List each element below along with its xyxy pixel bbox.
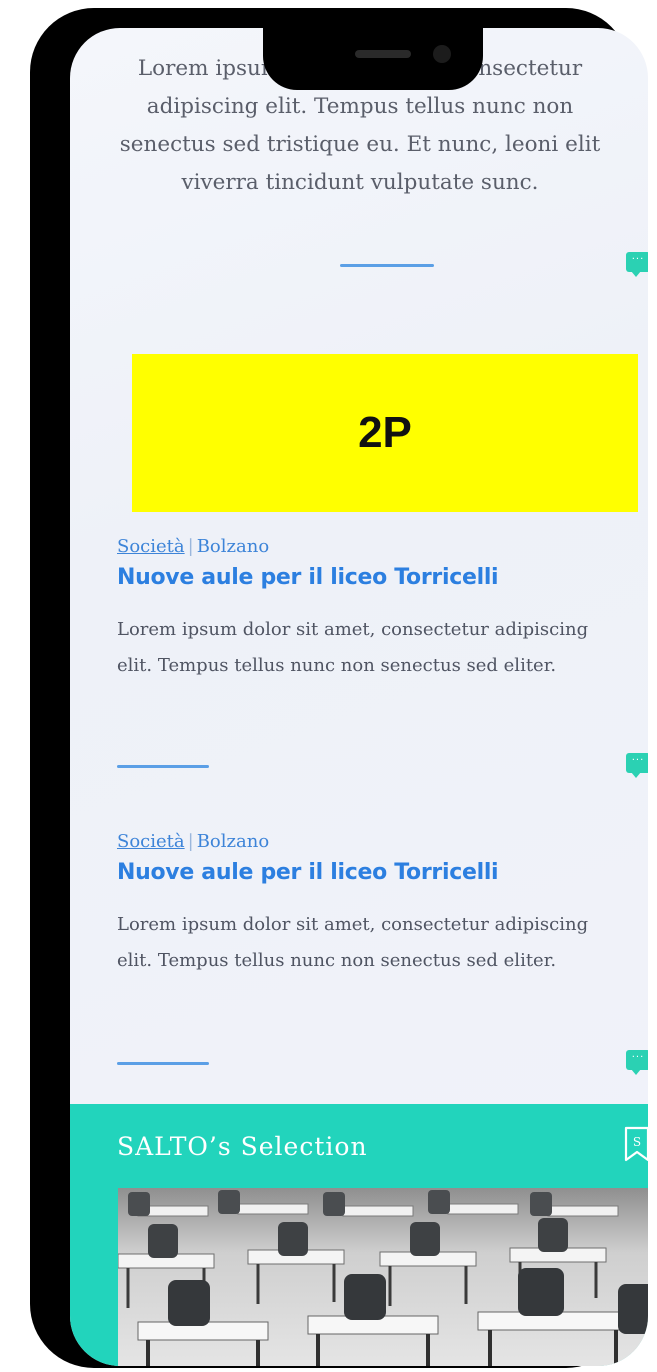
article-title[interactable]: Nuove aule per il liceo Torricelli [117,860,617,885]
article-title[interactable]: Nuove aule per il liceo Torricelli [117,565,617,590]
article-category-link[interactable]: Società [117,831,185,852]
article-excerpt: Lorem ipsum dolor sit amet, consectetur … [117,914,589,971]
intro-divider [340,264,434,267]
phone-notch [263,28,483,90]
article-divider [117,1062,209,1065]
article-location[interactable]: Bolzano [197,831,269,852]
front-camera [433,45,451,63]
comment-icon[interactable]: ··· [626,1050,648,1075]
salto-selection-section: SALTO’s Selection S [70,1104,648,1366]
ad-label: 2P [358,408,412,457]
phone-frame: Lorem ipsum dolor sit amet, consectetur … [30,8,648,1368]
ad-banner[interactable]: 2P [132,354,638,512]
classroom-photo[interactable] [118,1188,648,1366]
bookmark-letter: S [633,1135,641,1149]
section-title: SALTO’s Selection [117,1132,368,1161]
article-location[interactable]: Bolzano [197,536,269,557]
article-category-link[interactable]: Società [117,536,185,557]
meta-separator: | [187,536,194,557]
speaker-grille [355,50,411,58]
article-meta: Società | Bolzano [117,831,617,852]
article-card[interactable]: Società | Bolzano Nuove aule per il liceo … [117,831,617,979]
comment-icon[interactable]: ··· [626,252,648,277]
classroom-illustration [118,1188,648,1366]
meta-separator: | [187,831,194,852]
bookmark-icon[interactable]: S [624,1126,648,1162]
article-meta: Società | Bolzano [117,536,617,557]
phone-screen: Lorem ipsum dolor sit amet, consectetur … [70,28,648,1366]
comment-icon[interactable]: ··· [626,753,648,778]
article-excerpt: Lorem ipsum dolor sit amet, consectetur … [117,619,589,676]
article-divider [117,765,209,768]
article-card[interactable]: Società | Bolzano Nuove aule per il liceo … [117,536,617,684]
